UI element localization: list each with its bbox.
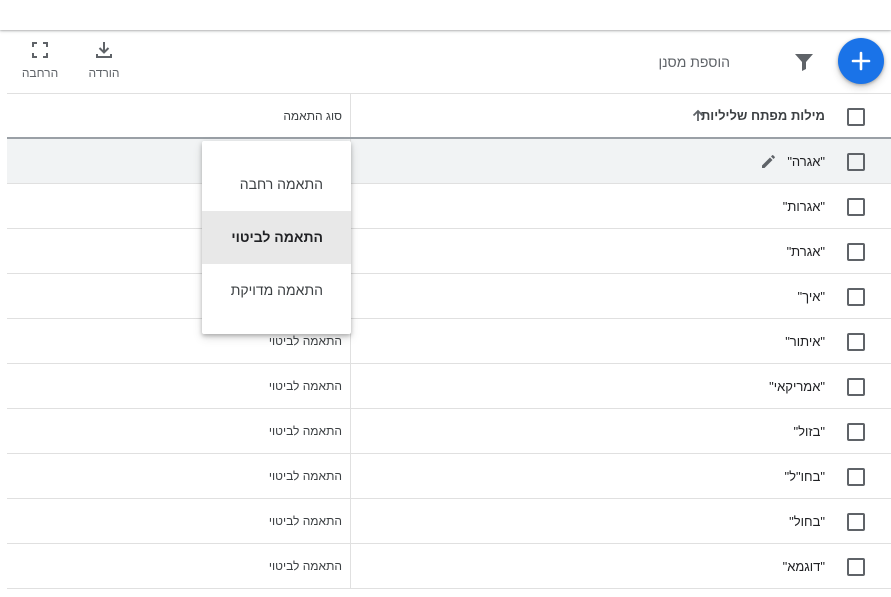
table-header: מילות מפתח שליליות סוג התאמה (7, 93, 891, 139)
row-checkbox[interactable] (847, 288, 865, 306)
menu-item-phrase-match[interactable]: התאמה לביטוי (202, 211, 351, 264)
table-row[interactable]: "איתור" התאמה לביטוי (7, 319, 891, 364)
match-type-menu: התאמה רחבה התאמה לביטוי התאמה מדויקת (202, 141, 351, 334)
add-filter-input[interactable]: הוספת מסנן (560, 54, 730, 70)
keyword-cell: "איתור" (785, 334, 825, 349)
keyword-cell: "איך" (797, 289, 825, 304)
column-divider (350, 94, 351, 137)
row-checkbox[interactable] (847, 153, 865, 171)
table-row[interactable]: "אגרת" (7, 229, 891, 274)
table-row[interactable]: "איך" (7, 274, 891, 319)
pencil-icon[interactable] (760, 152, 778, 170)
column-divider (350, 499, 351, 543)
keyword-cell: "דוגמא" (782, 559, 825, 574)
keyword-cell: "בחו"ל" (784, 469, 825, 484)
column-divider (350, 409, 351, 453)
expand-label: הרחבה (21, 66, 59, 80)
match-type-cell[interactable]: התאמה לביטוי (269, 544, 342, 589)
select-all-checkbox[interactable] (847, 108, 865, 126)
match-type-column-header[interactable]: סוג התאמה (283, 94, 342, 138)
row-checkbox[interactable] (847, 558, 865, 576)
row-checkbox[interactable] (847, 198, 865, 216)
keyword-cell: "אגרת" (786, 244, 825, 259)
table-row[interactable]: "אגרות" (7, 184, 891, 229)
filter-icon[interactable] (792, 52, 816, 72)
table-row[interactable]: "דוגמא" התאמה לביטוי (7, 544, 891, 589)
download-icon (96, 42, 112, 58)
row-checkbox[interactable] (847, 423, 865, 441)
expand-button[interactable]: הרחבה (18, 40, 62, 88)
row-checkbox[interactable] (847, 378, 865, 396)
keyword-cell: "אגרות" (782, 199, 825, 214)
download-button[interactable]: הורדה (82, 40, 126, 88)
match-type-cell[interactable]: התאמה לביטוי (269, 454, 342, 499)
table-toolbar (0, 31, 891, 94)
table-row[interactable]: "בחו"ל" התאמה לביטוי (7, 454, 891, 499)
table-row[interactable]: "בחול" התאמה לביטוי (7, 499, 891, 544)
keyword-cell: "בזול" (793, 424, 825, 439)
keyword-cell: "אגרה" (787, 154, 825, 169)
keyword-cell: "בחול" (789, 514, 825, 529)
row-checkbox[interactable] (847, 513, 865, 531)
add-button[interactable] (838, 38, 884, 84)
match-type-cell[interactable]: התאמה לביטוי (269, 409, 342, 454)
table-row[interactable]: "אמריקאי" התאמה לביטוי (7, 364, 891, 409)
menu-item-broad-match[interactable]: התאמה רחבה (202, 158, 351, 211)
table-row[interactable]: "בזול" התאמה לביטוי (7, 409, 891, 454)
table-row[interactable]: "אגרה" (7, 139, 891, 184)
download-label: הורדה (88, 66, 120, 80)
column-divider (350, 454, 351, 498)
match-type-cell[interactable]: התאמה לביטוי (269, 499, 342, 544)
fullscreen-icon (32, 42, 48, 58)
plus-icon (851, 51, 871, 71)
keyword-cell: "אמריקאי" (769, 379, 825, 394)
row-checkbox[interactable] (847, 468, 865, 486)
negative-keywords-table: מילות מפתח שליליות סוג התאמה "אגרה" "אגר… (7, 93, 891, 589)
row-checkbox[interactable] (847, 333, 865, 351)
column-divider (350, 544, 351, 588)
row-checkbox[interactable] (847, 243, 865, 261)
top-app-bar (0, 0, 891, 30)
keyword-column-header[interactable]: מילות מפתח שליליות (701, 94, 825, 138)
arrow-up-icon[interactable] (690, 108, 706, 124)
column-divider (350, 364, 351, 408)
match-type-cell[interactable]: התאמה לביטוי (269, 364, 342, 409)
menu-item-exact-match[interactable]: התאמה מדויקת (202, 264, 351, 317)
